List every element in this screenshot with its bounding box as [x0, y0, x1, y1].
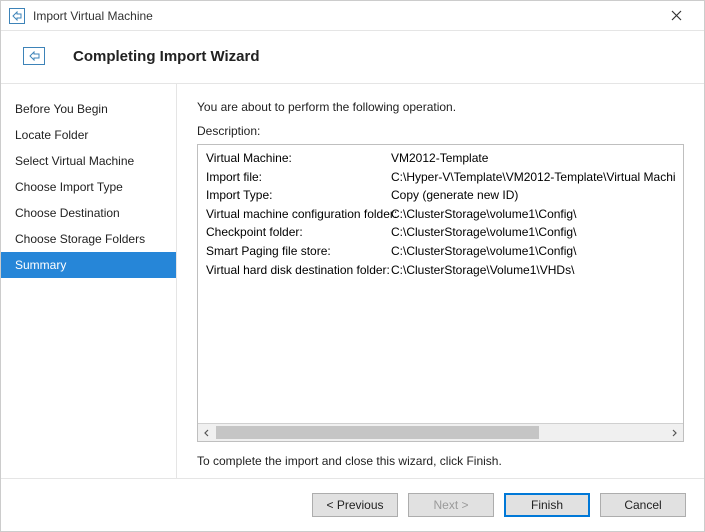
summary-row: Virtual Machine: VM2012-Template [206, 149, 675, 168]
complete-note: To complete the import and close this wi… [197, 454, 684, 468]
summary-value: Copy (generate new ID) [391, 186, 675, 205]
scroll-track[interactable] [216, 424, 665, 441]
page-title: Completing Import Wizard [73, 48, 260, 65]
previous-button[interactable]: < Previous [312, 493, 398, 517]
summary-key: Checkpoint folder: [206, 223, 391, 242]
sidebar-step-destination[interactable]: Choose Destination [1, 200, 176, 226]
summary-value: VM2012-Template [391, 149, 675, 168]
titlebar: Import Virtual Machine [1, 1, 704, 31]
content-panel: You are about to perform the following o… [177, 84, 704, 478]
summary-row: Import Type: Copy (generate new ID) [206, 186, 675, 205]
summary-value: C:\ClusterStorage\volume1\Config\ [391, 205, 675, 224]
summary-key: Smart Paging file store: [206, 242, 391, 261]
summary-key: Virtual machine configuration folder: [206, 205, 391, 224]
finish-button[interactable]: Finish [504, 493, 590, 517]
scroll-left-icon[interactable] [198, 424, 216, 441]
description-box: Virtual Machine: VM2012-Template Import … [197, 144, 684, 442]
scroll-thumb[interactable] [216, 426, 539, 439]
horizontal-scrollbar[interactable] [198, 423, 683, 441]
sidebar-step-summary[interactable]: Summary [1, 252, 176, 278]
summary-key: Import file: [206, 168, 391, 187]
sidebar-step-storage-folders[interactable]: Choose Storage Folders [1, 226, 176, 252]
description-label: Description: [197, 124, 684, 138]
summary-key: Import Type: [206, 186, 391, 205]
close-button[interactable] [656, 2, 696, 30]
summary-value: C:\ClusterStorage\volume1\Config\ [391, 223, 675, 242]
summary-row: Checkpoint folder: C:\ClusterStorage\vol… [206, 223, 675, 242]
summary-value: C:\Hyper-V\Template\VM2012-Template\Virt… [391, 168, 675, 187]
description-table: Virtual Machine: VM2012-Template Import … [198, 145, 683, 423]
cancel-button[interactable]: Cancel [600, 493, 686, 517]
window-title: Import Virtual Machine [33, 9, 656, 23]
sidebar-step-import-type[interactable]: Choose Import Type [1, 174, 176, 200]
summary-row: Virtual hard disk destination folder: C:… [206, 261, 675, 280]
summary-key: Virtual hard disk destination folder: [206, 261, 391, 280]
sidebar-step-before-you-begin[interactable]: Before You Begin [1, 96, 176, 122]
summary-row: Virtual machine configuration folder: C:… [206, 205, 675, 224]
summary-row: Smart Paging file store: C:\ClusterStora… [206, 242, 675, 261]
wizard-header: Completing Import Wizard [1, 31, 704, 83]
intro-text: You are about to perform the following o… [197, 100, 684, 114]
sidebar-step-locate-folder[interactable]: Locate Folder [1, 122, 176, 148]
summary-value: C:\ClusterStorage\Volume1\VHDs\ [391, 261, 675, 280]
footer: < Previous Next > Finish Cancel [1, 478, 704, 531]
import-icon [23, 47, 45, 65]
scroll-right-icon[interactable] [665, 424, 683, 441]
sidebar: Before You Begin Locate Folder Select Vi… [1, 84, 177, 478]
summary-row: Import file: C:\Hyper-V\Template\VM2012-… [206, 168, 675, 187]
summary-key: Virtual Machine: [206, 149, 391, 168]
next-button: Next > [408, 493, 494, 517]
wizard-window: Import Virtual Machine Completing Import… [0, 0, 705, 532]
app-icon [9, 8, 25, 24]
sidebar-step-select-vm[interactable]: Select Virtual Machine [1, 148, 176, 174]
summary-value: C:\ClusterStorage\volume1\Config\ [391, 242, 675, 261]
wizard-body: Before You Begin Locate Folder Select Vi… [1, 83, 704, 478]
